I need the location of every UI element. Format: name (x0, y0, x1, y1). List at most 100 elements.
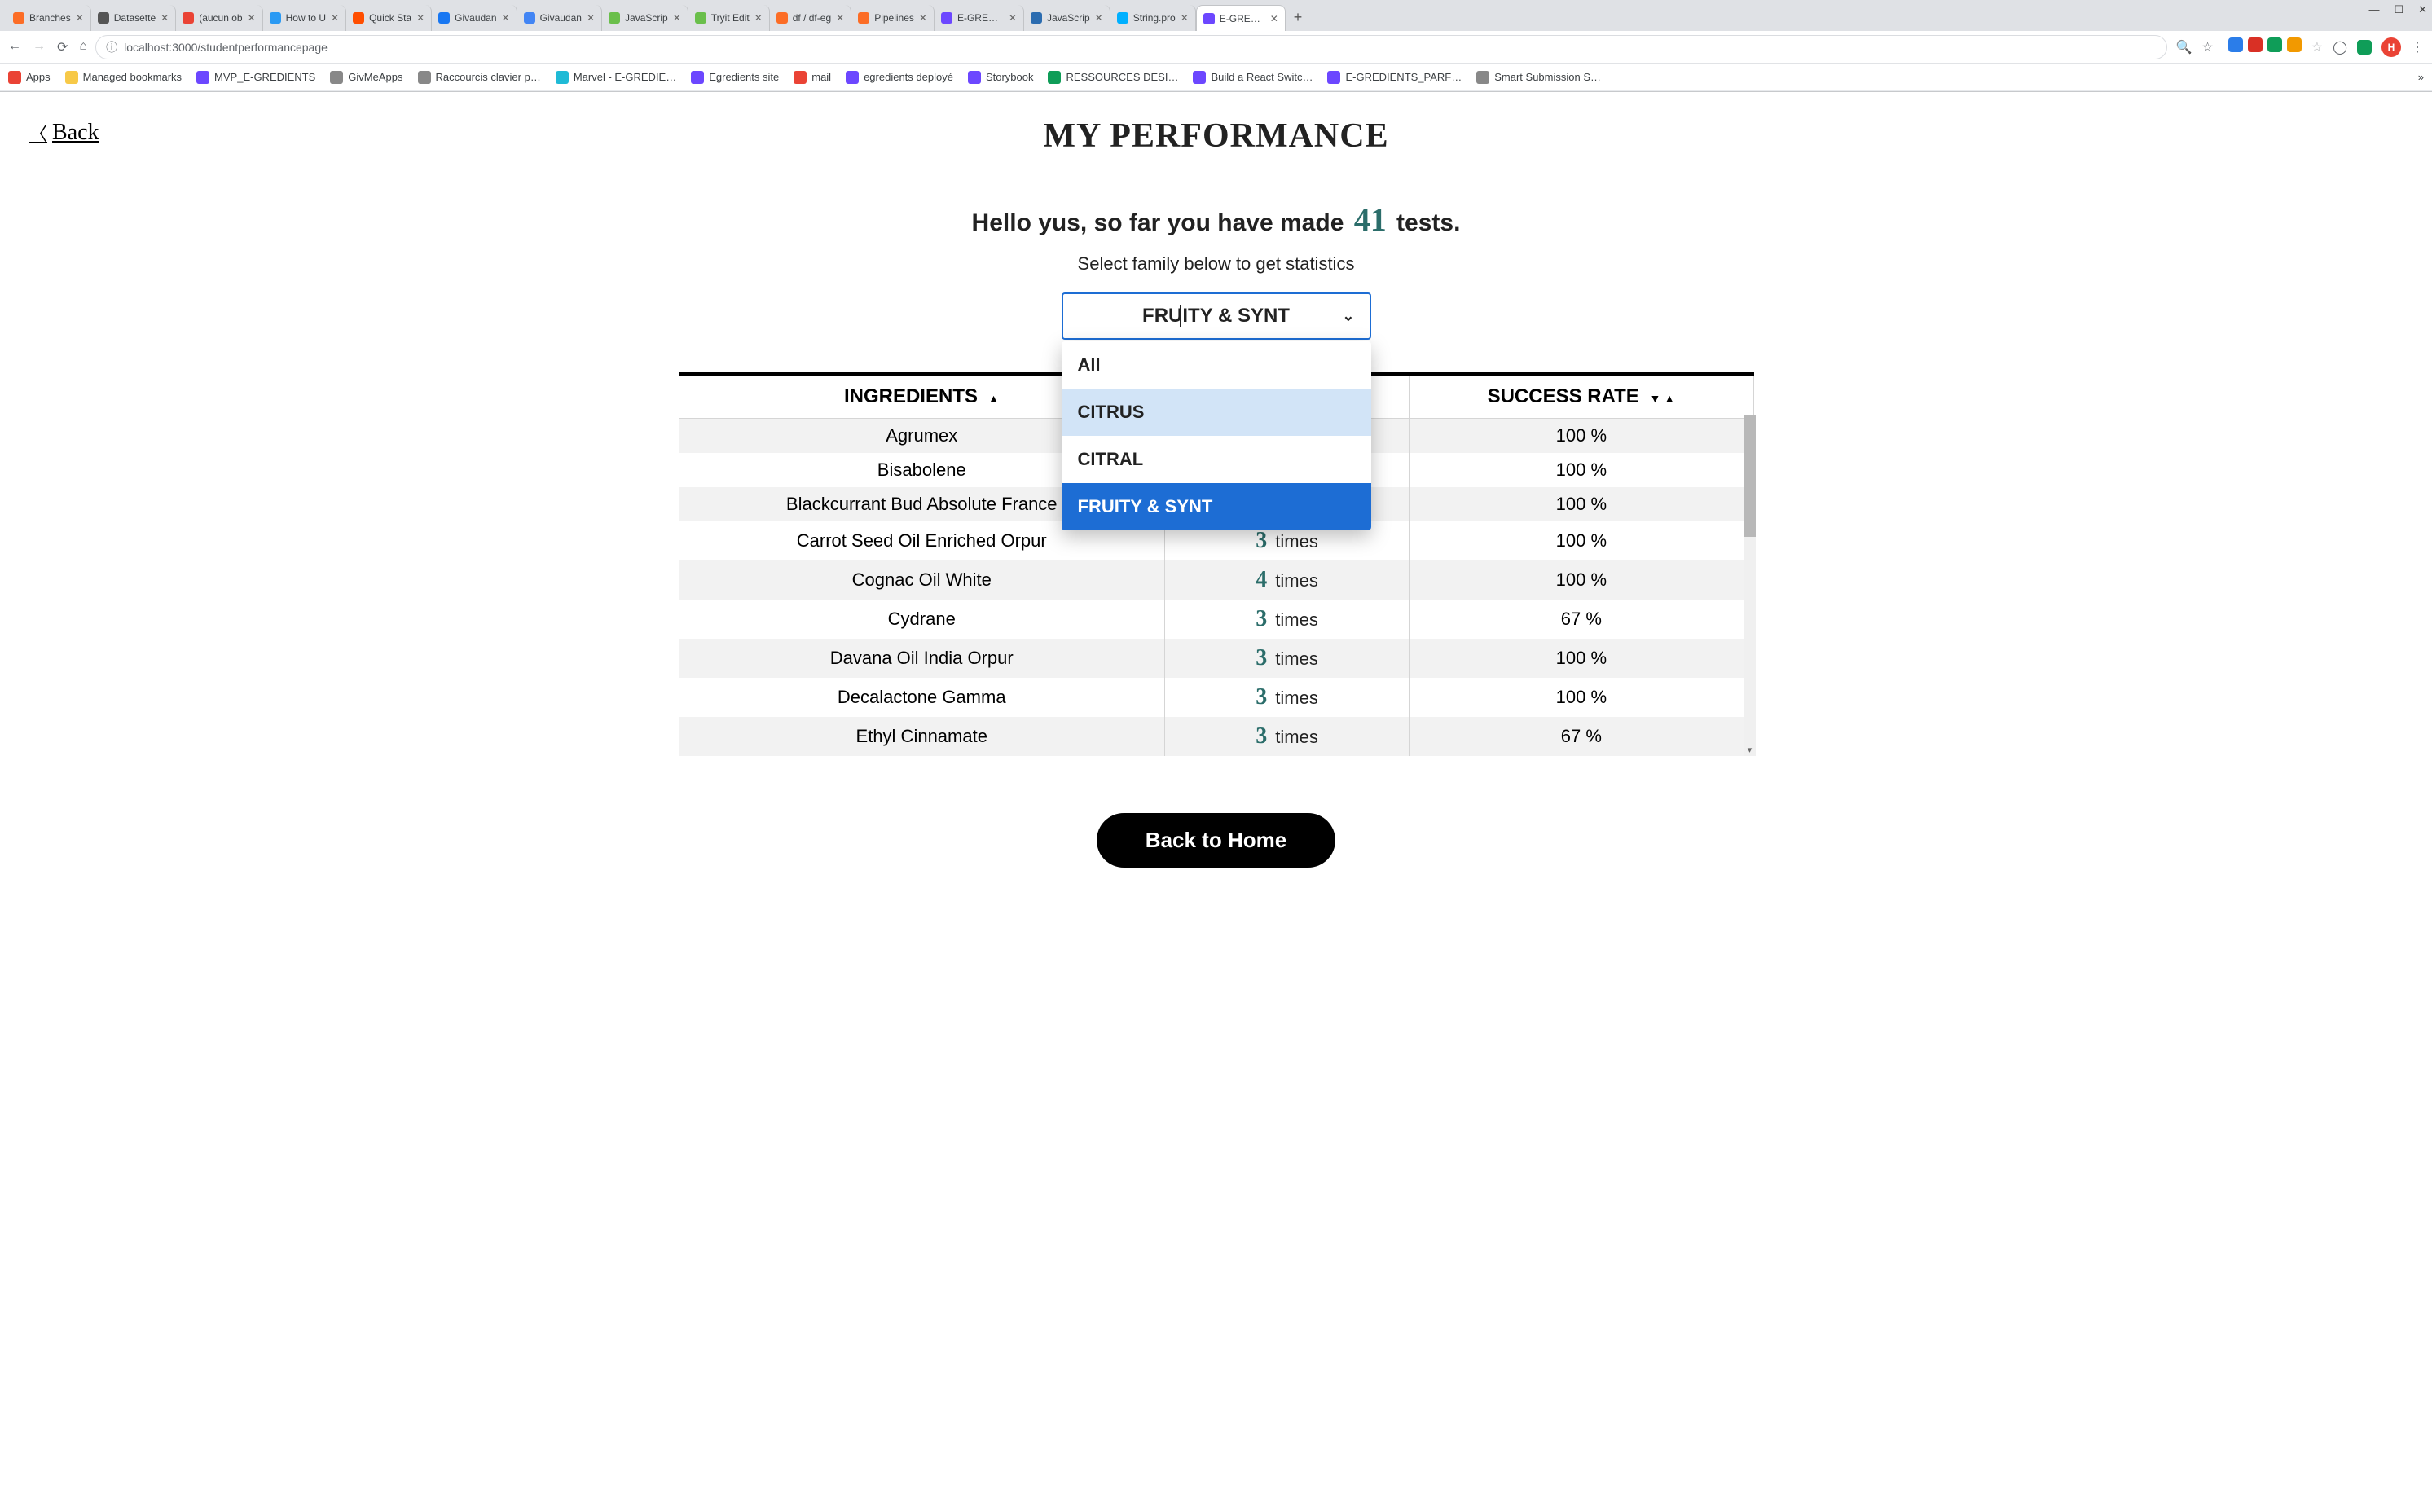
bookmark-star-icon[interactable]: ☆ (2311, 39, 2323, 55)
tab-favicon (1117, 12, 1128, 24)
forward-icon[interactable]: → (33, 39, 46, 55)
kebab-menu-icon[interactable]: ⋮ (2411, 39, 2424, 55)
bookmark-item[interactable]: mail (794, 71, 831, 84)
bookmark-item[interactable]: Raccourcis clavier p… (418, 71, 541, 84)
bookmark-item[interactable]: egredients deployé (846, 71, 953, 84)
bookmark-favicon (65, 71, 78, 84)
browser-tab[interactable]: JavaScrip ✕ (1024, 5, 1110, 31)
browser-tab[interactable]: Givaudan ✕ (432, 5, 517, 31)
tab-close-icon[interactable]: ✕ (1181, 12, 1189, 24)
reload-icon[interactable]: ⟳ (57, 39, 68, 55)
bookmark-item[interactable]: Apps (8, 71, 51, 84)
tab-close-icon[interactable]: ✕ (161, 12, 169, 24)
bookmark-favicon (794, 71, 807, 84)
browser-tab[interactable]: Givaudan ✕ (517, 5, 602, 31)
sort-asc-icon: ▲ (988, 392, 1000, 405)
bookmark-item[interactable]: Build a React Switc… (1193, 71, 1313, 84)
tab-close-icon[interactable]: ✕ (76, 12, 84, 24)
bookmark-item[interactable]: MVP_E-GREDIENTS (196, 71, 315, 84)
bookmark-favicon (196, 71, 209, 84)
square-ext-icon[interactable] (2357, 40, 2372, 55)
window-maximize[interactable]: ☐ (2394, 3, 2403, 16)
bookmark-item[interactable]: Egredients site (691, 71, 779, 84)
cell-smelled: 3times (1164, 717, 1409, 756)
address-bar[interactable]: ⓘ localhost:3000/studentperformancepage (95, 35, 2167, 59)
times-word: times (1275, 688, 1318, 708)
dropdown-option[interactable]: FRUITY & SYNT (1062, 483, 1371, 530)
hello-suffix: tests. (1390, 209, 1461, 236)
circle-ext-icon[interactable]: ◯ (2333, 39, 2347, 55)
browser-tab[interactable]: Pipelines ✕ (851, 5, 935, 31)
site-info-icon[interactable]: ⓘ (106, 39, 117, 55)
browser-tab[interactable]: Tryit Edit ✕ (688, 5, 770, 31)
scrollbar-thumb[interactable] (1744, 415, 1756, 537)
browser-tab[interactable]: Branches ✕ (7, 5, 91, 31)
browser-tab[interactable]: Quick Sta ✕ (346, 5, 432, 31)
family-dropdown: AllCITRUSCITRALFRUITY & SYNT (1062, 341, 1371, 530)
bookmark-item[interactable]: Marvel - E-GREDIE… (556, 71, 676, 84)
browser-tab[interactable]: (aucun ob ✕ (176, 5, 262, 31)
back-link[interactable]: 〈 Back (29, 120, 99, 146)
table-row: Davana Oil India Orpur 3times 100 % (679, 639, 1753, 678)
tab-close-icon[interactable]: ✕ (502, 12, 510, 24)
bookmarks-overflow-icon[interactable]: » (2418, 71, 2424, 83)
cell-smelled: 4times (1164, 560, 1409, 600)
bookmark-item[interactable]: E-GREDIENTS_PARF… (1327, 71, 1462, 84)
dropdown-option[interactable]: CITRAL (1062, 436, 1371, 483)
cell-success-rate: 100 % (1410, 419, 1753, 454)
zoom-icon[interactable]: 🔍 (2175, 39, 2192, 55)
tab-close-icon[interactable]: ✕ (673, 12, 681, 24)
cell-ingredient: Ethyl Cinnamate (679, 717, 1164, 756)
browser-tab[interactable]: Datasette ✕ (91, 5, 176, 31)
bookmark-item[interactable]: Smart Submission S… (1476, 71, 1601, 84)
home-icon[interactable]: ⌂ (79, 39, 87, 55)
smelled-count: 3 (1256, 684, 1267, 710)
cell-ingredient: Davana Oil India Orpur (679, 639, 1164, 678)
tab-close-icon[interactable]: ✕ (919, 12, 927, 24)
bookmark-item[interactable]: Managed bookmarks (65, 71, 182, 84)
tab-close-icon[interactable]: ✕ (836, 12, 844, 24)
bookmark-favicon (556, 71, 569, 84)
cell-smelled: 3times (1164, 600, 1409, 639)
tab-favicon (695, 12, 706, 24)
scroll-down-icon[interactable]: ▾ (1744, 743, 1756, 756)
tab-close-icon[interactable]: ✕ (1095, 12, 1103, 24)
extension-icon[interactable] (2267, 37, 2282, 52)
star-icon[interactable]: ☆ (2201, 39, 2213, 55)
bookmark-item[interactable]: GivMeApps (330, 71, 402, 84)
extension-icon[interactable] (2287, 37, 2302, 52)
tab-close-icon[interactable]: ✕ (754, 12, 763, 24)
table-scrollbar[interactable]: ▾ (1744, 415, 1756, 756)
tab-title: Tryit Edit (711, 12, 750, 24)
bookmark-item[interactable]: RESSOURCES DESI… (1048, 71, 1178, 84)
bookmark-item[interactable]: Storybook (968, 71, 1034, 84)
extension-icon[interactable] (2228, 37, 2243, 52)
tab-close-icon[interactable]: ✕ (248, 12, 256, 24)
tab-close-icon[interactable]: ✕ (1009, 12, 1017, 24)
dropdown-option[interactable]: CITRUS (1062, 389, 1371, 436)
tab-close-icon[interactable]: ✕ (331, 12, 339, 24)
family-select[interactable]: FRUITY & SYNT ⌄ (1062, 292, 1371, 340)
tab-title: How to U (286, 12, 326, 24)
col-success-rate[interactable]: SUCCESS RATE ▼ ▲ (1410, 374, 1753, 419)
profile-avatar[interactable]: H (2381, 37, 2401, 57)
cell-success-rate: 67 % (1410, 600, 1753, 639)
browser-tab[interactable]: E-GREDIE ✕ (935, 5, 1024, 31)
back-to-home-button[interactable]: Back to Home (1097, 813, 1335, 868)
window-close[interactable]: ✕ (2418, 3, 2427, 16)
cell-success-rate: 100 % (1410, 453, 1753, 487)
browser-tab[interactable]: E-GREDIE ✕ (1196, 5, 1286, 31)
tab-close-icon[interactable]: ✕ (1270, 13, 1278, 24)
dropdown-option[interactable]: All (1062, 341, 1371, 389)
window-minimize[interactable]: — (2368, 3, 2379, 16)
back-icon[interactable]: ← (8, 39, 21, 55)
extension-icon[interactable] (2248, 37, 2263, 52)
browser-tab[interactable]: df / df-eg ✕ (770, 5, 851, 31)
browser-tab[interactable]: JavaScrip ✕ (602, 5, 688, 31)
browser-tab[interactable]: String.pro ✕ (1110, 5, 1196, 31)
new-tab-button[interactable]: + (1286, 4, 1311, 31)
tab-close-icon[interactable]: ✕ (416, 12, 424, 24)
browser-tab[interactable]: How to U ✕ (263, 5, 346, 31)
bookmark-label: Marvel - E-GREDIE… (574, 71, 676, 83)
tab-close-icon[interactable]: ✕ (587, 12, 595, 24)
